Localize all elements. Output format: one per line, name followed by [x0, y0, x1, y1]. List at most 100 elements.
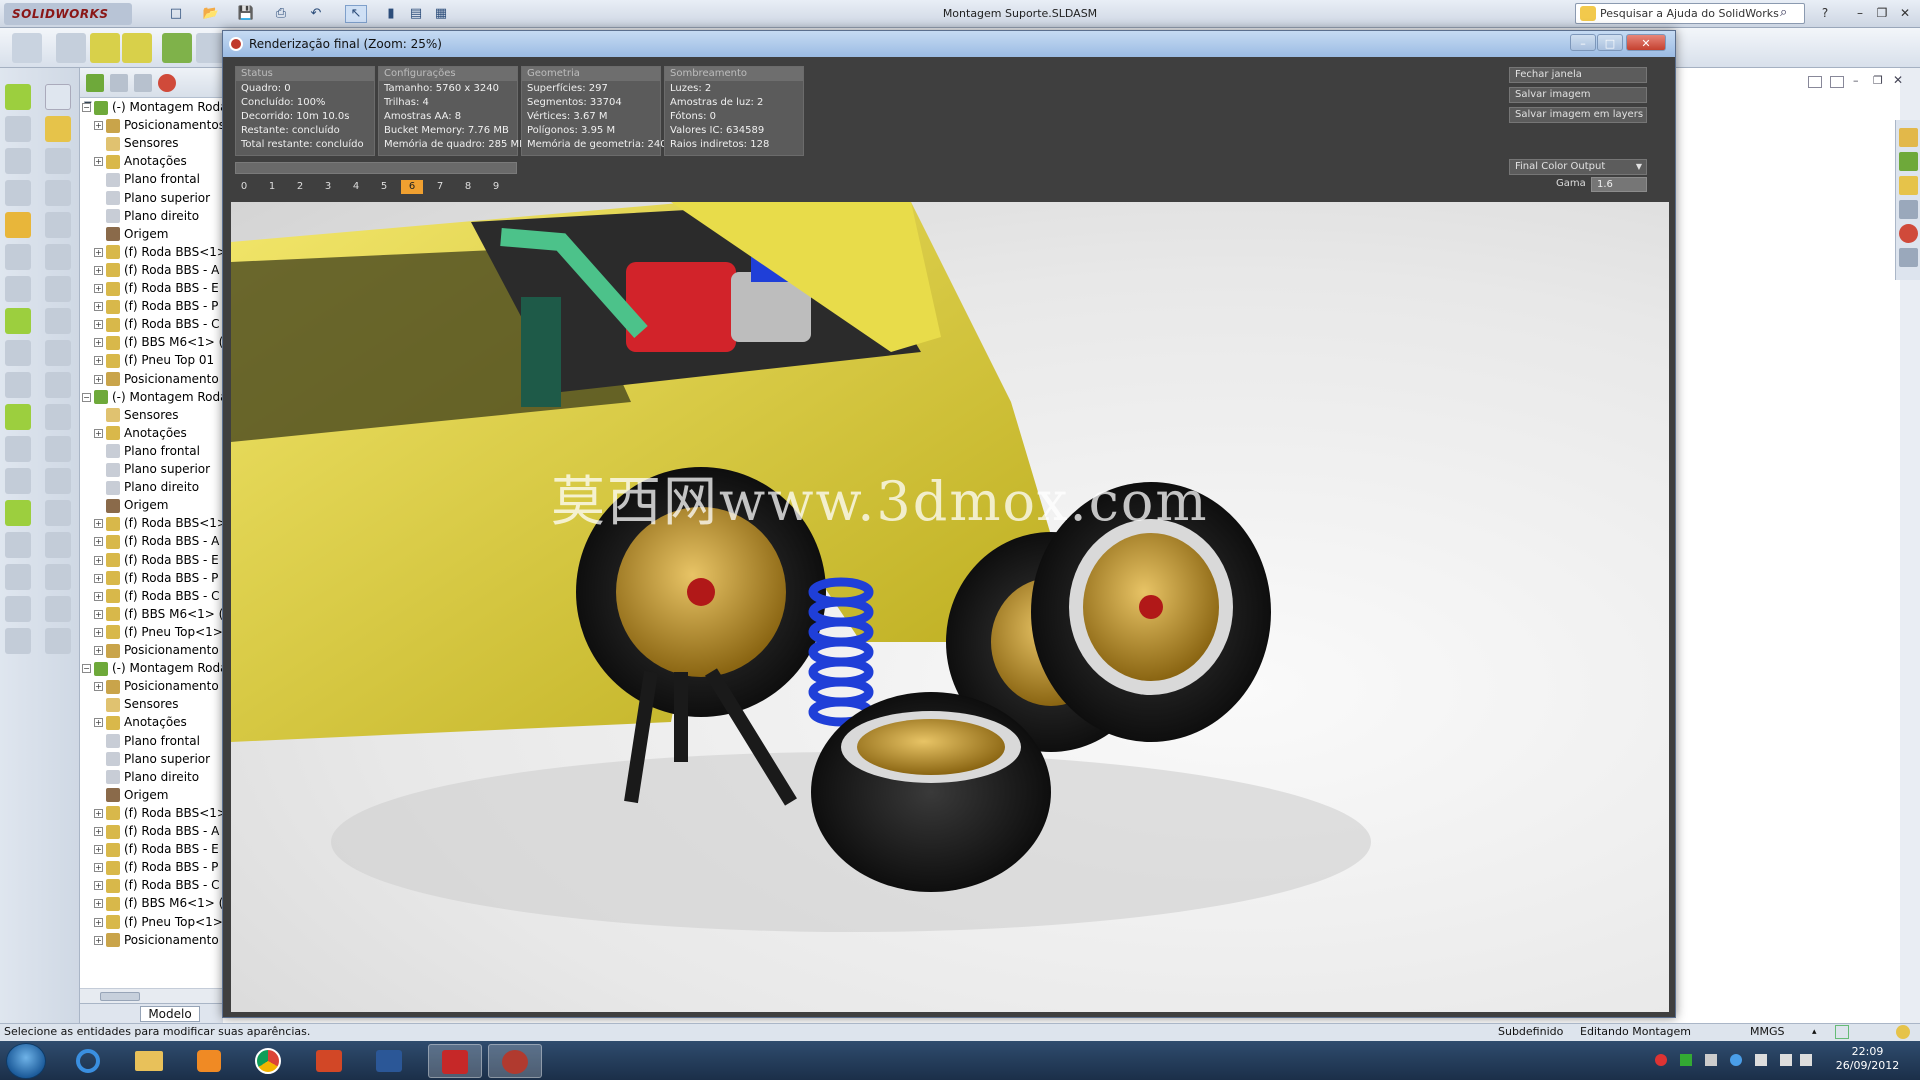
tree-expander-icon[interactable]: +: [94, 157, 103, 167]
render-close-icon[interactable]: ✕: [1626, 34, 1666, 51]
tree-item[interactable]: Plano superior: [94, 460, 210, 478]
wrap-icon[interactable]: [5, 436, 31, 462]
save-layers-button[interactable]: Salvar imagem em layers: [1509, 107, 1647, 123]
tree-item[interactable]: + Anotações: [94, 713, 187, 731]
loft-icon[interactable]: [5, 212, 31, 238]
spline-icon[interactable]: [45, 436, 71, 462]
view-split-icon[interactable]: [1830, 76, 1844, 88]
rebuild-status-icon[interactable]: [1896, 1025, 1910, 1039]
photoview-taskbar-icon[interactable]: [488, 1044, 542, 1078]
sweep-icon[interactable]: [5, 180, 31, 206]
view-tile-icon[interactable]: [1808, 76, 1822, 88]
tree-item[interactable]: + (f) Roda BBS<1>: [94, 243, 222, 261]
tree-item[interactable]: + (f) Pneu Top 01: [94, 351, 214, 369]
circle-icon[interactable]: [45, 276, 71, 302]
tree-expander-icon[interactable]: +: [94, 284, 103, 293]
tree-item[interactable]: Plano superior: [94, 750, 210, 768]
instant3d-icon[interactable]: [5, 628, 31, 654]
resources-icon[interactable]: [1899, 128, 1918, 147]
slot-icon[interactable]: [45, 372, 71, 398]
tree-item[interactable]: + (f) Roda BBS - A: [94, 261, 219, 279]
tree-item[interactable]: Plano frontal: [94, 170, 200, 188]
tree-expander-icon[interactable]: +: [94, 863, 103, 873]
close-icon[interactable]: ✕: [1895, 4, 1915, 22]
file-properties-icon[interactable]: ▤: [405, 5, 427, 23]
tree-item[interactable]: + (f) Roda BBS<1>: [94, 804, 222, 822]
fillet-icon[interactable]: [5, 244, 31, 270]
tree-item[interactable]: Origem: [94, 786, 168, 804]
tray-network-icon[interactable]: [1680, 1054, 1692, 1066]
tree-expander-icon[interactable]: +: [94, 537, 103, 547]
centerline-icon[interactable]: [45, 212, 71, 238]
reference-geometry-icon[interactable]: [5, 564, 31, 590]
tree-item[interactable]: Plano frontal: [94, 732, 200, 750]
open-folder-icon[interactable]: 📂: [200, 5, 222, 23]
tree-item[interactable]: − (-) Montagem Roda: [82, 659, 222, 677]
pass-7[interactable]: 7: [429, 180, 451, 194]
curves-icon[interactable]: [5, 596, 31, 622]
tree-expander-icon[interactable]: +: [94, 917, 103, 927]
move-component-icon[interactable]: [162, 33, 192, 63]
word-icon[interactable]: [362, 1044, 416, 1078]
mate-icon[interactable]: [90, 33, 120, 63]
file-explorer-taskbar-icon[interactable]: [122, 1044, 176, 1078]
new-document-icon[interactable]: □: [165, 5, 187, 23]
pass-3[interactable]: 3: [317, 180, 339, 194]
pass-4[interactable]: 4: [345, 180, 367, 194]
tree-item[interactable]: Sensores: [94, 134, 179, 152]
smart-dimension-icon[interactable]: [45, 84, 71, 110]
output-channel-select[interactable]: Final Color Output ▼: [1509, 159, 1647, 175]
doc-close-icon[interactable]: ✕: [1893, 73, 1903, 87]
tree-expander-icon[interactable]: +: [94, 827, 103, 836]
tray-action-center-icon[interactable]: [1755, 1054, 1767, 1066]
tree-item[interactable]: + (f) Roda BBS - C: [94, 315, 220, 333]
sketch-pattern-icon[interactable]: [45, 532, 71, 558]
tree-item[interactable]: + (f) Pneu Top<1>: [94, 913, 222, 931]
tree-item[interactable]: + (f) Roda BBS - C: [94, 587, 220, 605]
tree-expander-icon[interactable]: +: [94, 121, 103, 131]
tree-expander-icon[interactable]: +: [94, 573, 103, 583]
rectangle-icon[interactable]: [45, 340, 71, 366]
tree-item[interactable]: + (f) BBS M6<1> (: [94, 605, 222, 623]
feature-tree-tab-icon[interactable]: [86, 74, 104, 92]
line-tool-icon[interactable]: [45, 180, 71, 206]
pass-0[interactable]: 0: [233, 180, 255, 194]
render-maximize-icon[interactable]: □: [1597, 34, 1623, 51]
component-pattern-icon[interactable]: [122, 33, 152, 63]
pass-2[interactable]: 2: [289, 180, 311, 194]
tree-expander-icon[interactable]: −: [82, 664, 91, 674]
tree-expander-icon[interactable]: +: [94, 247, 103, 257]
appearance-tab-icon[interactable]: [158, 74, 176, 92]
tree-expander-icon[interactable]: +: [94, 591, 103, 601]
tree-expander-icon[interactable]: +: [94, 808, 103, 818]
tree-expander-icon[interactable]: +: [94, 428, 103, 438]
tree-item[interactable]: + Posicionamento: [94, 931, 219, 949]
select-pointer-icon[interactable]: ↖: [345, 5, 367, 23]
property-manager-tab-icon[interactable]: [110, 74, 128, 92]
final-render-window[interactable]: Renderização final (Zoom: 25%) – □ ✕ Sta…: [222, 30, 1676, 1018]
shell-icon[interactable]: [5, 308, 31, 334]
tree-item[interactable]: + (f) Roda BBS - A: [94, 822, 219, 840]
rib-icon[interactable]: [5, 340, 31, 366]
tree-expander-icon[interactable]: +: [94, 627, 103, 637]
tree-expander-icon[interactable]: +: [94, 374, 103, 384]
tree-item[interactable]: + Posicionamento: [94, 370, 219, 388]
relations-icon[interactable]: [45, 596, 71, 622]
tree-item[interactable]: + (f) Pneu Top<1>: [94, 623, 222, 641]
restore-icon[interactable]: ❐: [1872, 4, 1892, 22]
tree-item[interactable]: − (-) Montagem Roda: [82, 98, 222, 116]
tree-horizontal-scrollbar[interactable]: [80, 988, 222, 1004]
tray-update-icon[interactable]: [1730, 1054, 1742, 1066]
configuration-tab-icon[interactable]: [134, 74, 152, 92]
tree-expander-icon[interactable]: +: [94, 718, 103, 728]
tree-expander-icon[interactable]: +: [94, 646, 103, 655]
tree-item[interactable]: + (f) Roda BBS - P: [94, 297, 218, 315]
help-search-input[interactable]: Pesquisar a Ajuda do SolidWorks: [1575, 3, 1805, 24]
tree-expander-icon[interactable]: +: [94, 338, 103, 348]
tray-antivirus-icon[interactable]: [1655, 1054, 1667, 1066]
chrome-icon[interactable]: [242, 1044, 296, 1078]
doc-restore-icon[interactable]: ❐: [1873, 74, 1883, 87]
edit-component-icon[interactable]: [12, 33, 42, 63]
hole-wizard-icon[interactable]: [5, 404, 31, 430]
convert-entities-icon[interactable]: [45, 564, 71, 590]
